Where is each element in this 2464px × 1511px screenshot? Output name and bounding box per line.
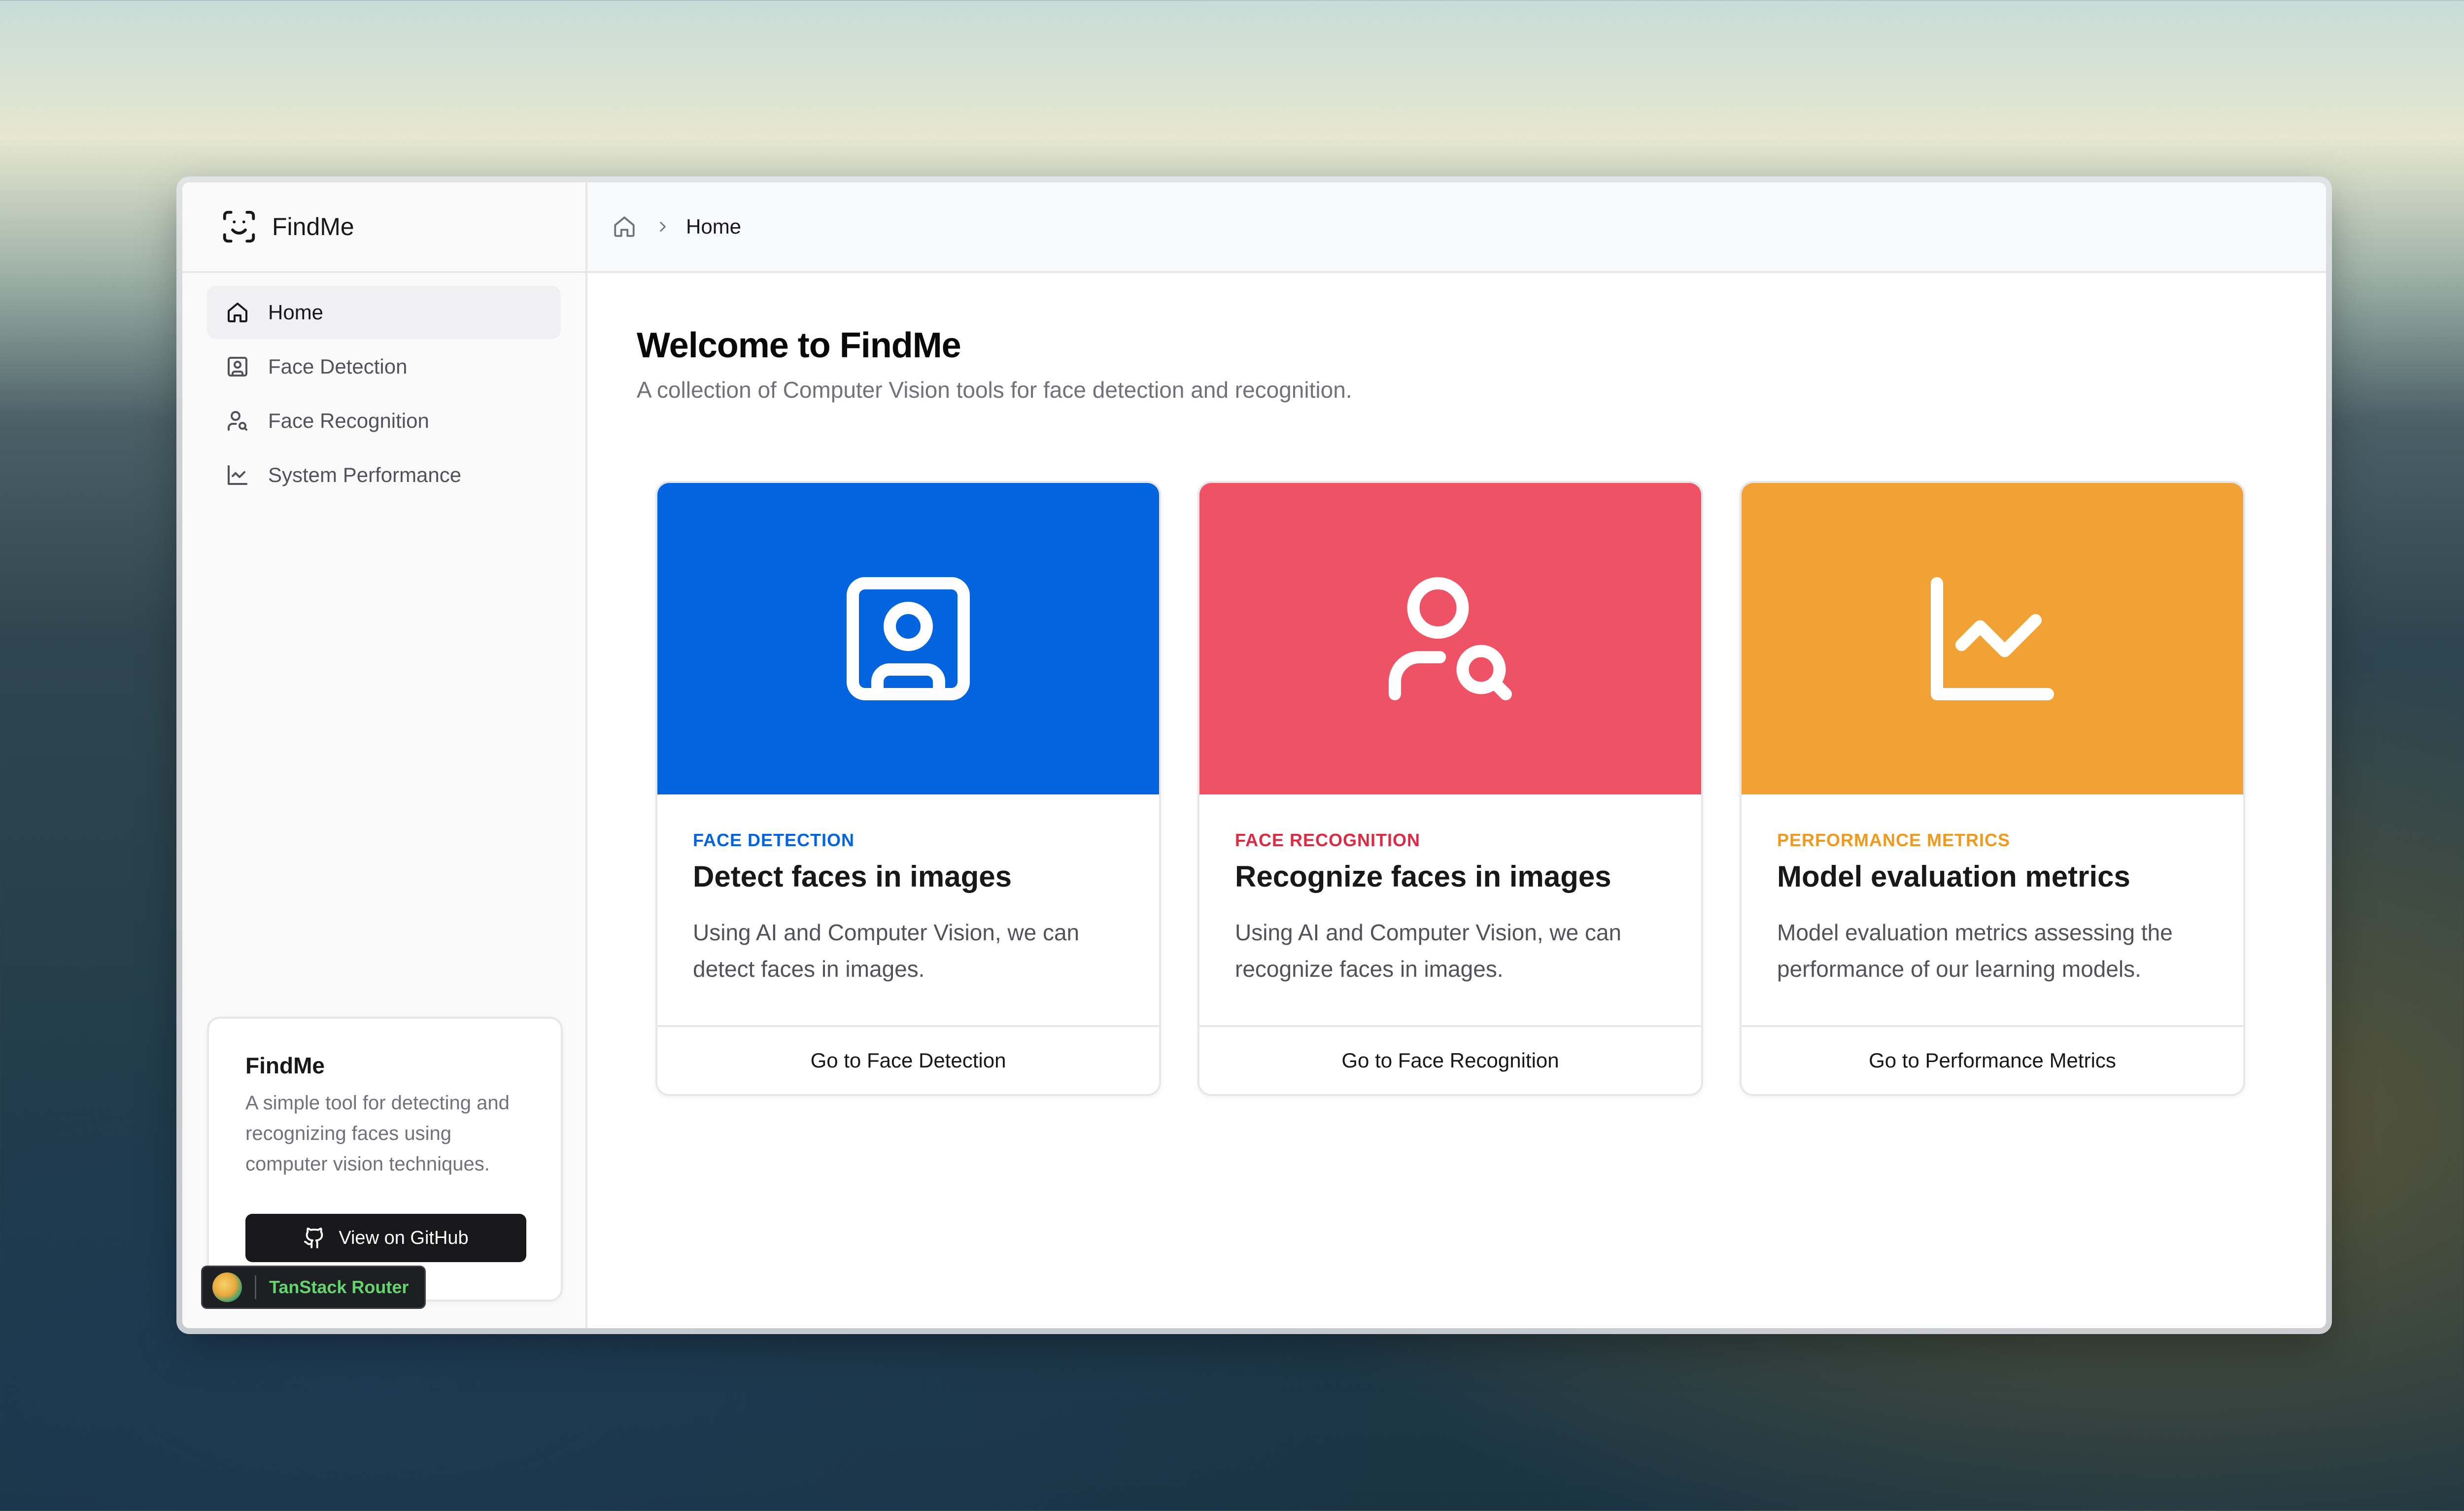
sidebar-item-label: Face Recognition bbox=[268, 409, 429, 432]
face-recognition-icon bbox=[1389, 577, 1512, 700]
go-to-face-recognition-link[interactable]: Go to Face Recognition bbox=[1199, 1025, 1701, 1094]
app-name: FindMe bbox=[272, 213, 354, 240]
scan-face-icon bbox=[223, 210, 255, 243]
sidebar-item-home[interactable]: Home bbox=[207, 286, 561, 339]
card-body: FACE DETECTION Detect faces in images Us… bbox=[657, 794, 1159, 987]
card-description: Model evaluation metrics assessing the p… bbox=[1777, 920, 2173, 982]
app-window: FindMe Home Face Detection Face Recognit… bbox=[182, 182, 2326, 1328]
chevron-right-icon bbox=[660, 222, 666, 232]
breadcrumb: Home bbox=[587, 182, 2326, 273]
view-on-github-button[interactable]: View on GitHub bbox=[245, 1214, 526, 1262]
card-body: PERFORMANCE METRICS Model evaluation met… bbox=[1742, 794, 2243, 987]
page-title: Welcome to FindMe bbox=[637, 326, 961, 365]
card-face-recognition: FACE RECOGNITION Recognize faces in imag… bbox=[1198, 481, 1703, 1096]
card-title: Model evaluation metrics bbox=[1777, 860, 2130, 893]
sidebar-item-label: Home bbox=[268, 301, 324, 324]
tanstack-logo-icon bbox=[212, 1272, 242, 1302]
card-tag: FACE RECOGNITION bbox=[1235, 830, 1421, 850]
sidebar-item-face-recognition[interactable]: Face Recognition bbox=[207, 394, 561, 447]
card-tag: PERFORMANCE METRICS bbox=[1777, 830, 2011, 850]
sidebar-nav: Home Face Detection Face Recognition Sys… bbox=[182, 273, 585, 502]
card-tag: FACE DETECTION bbox=[693, 830, 855, 850]
card-description: Using AI and Computer Vision, we can rec… bbox=[1235, 920, 1622, 982]
info-card: FindMe A simple tool for detecting and r… bbox=[207, 1017, 563, 1302]
brand[interactable]: FindMe bbox=[182, 182, 585, 273]
github-icon bbox=[304, 1227, 323, 1249]
card-title: Detect faces in images bbox=[693, 860, 1012, 893]
card-title: Recognize faces in images bbox=[1235, 860, 1611, 893]
feature-cards: FACE DETECTION Detect faces in images Us… bbox=[637, 481, 2277, 1096]
card-hero bbox=[657, 483, 1159, 794]
home-icon bbox=[228, 303, 247, 322]
card-face-detection: FACE DETECTION Detect faces in images Us… bbox=[655, 481, 1161, 1096]
sidebar: FindMe Home Face Detection Face Recognit… bbox=[182, 182, 587, 1328]
face-detection-icon bbox=[847, 577, 970, 700]
breadcrumb-current: Home bbox=[686, 215, 742, 238]
info-card-description: A simple tool for detecting and recogniz… bbox=[245, 1092, 510, 1175]
card-hero bbox=[1199, 483, 1701, 794]
info-card-title: FindMe bbox=[245, 1053, 325, 1078]
face-detection-icon bbox=[228, 357, 247, 377]
sidebar-item-label: Face Detection bbox=[268, 355, 408, 378]
tanstack-router-devtools-button[interactable]: TanStack Router bbox=[201, 1266, 426, 1309]
tanstack-label: TanStack Router bbox=[269, 1277, 409, 1297]
card-body: FACE RECOGNITION Recognize faces in imag… bbox=[1199, 794, 1701, 987]
go-to-face-detection-link[interactable]: Go to Face Detection bbox=[657, 1025, 1159, 1094]
card-performance-metrics: PERFORMANCE METRICS Model evaluation met… bbox=[1740, 481, 2245, 1096]
card-hero bbox=[1742, 483, 2243, 794]
sidebar-item-label: System Performance bbox=[268, 463, 462, 486]
chart-icon bbox=[1931, 577, 2054, 700]
breadcrumb-home-icon[interactable] bbox=[612, 214, 637, 239]
chart-icon bbox=[228, 465, 247, 485]
main-area: Home Welcome to FindMe A collection of C… bbox=[587, 182, 2326, 1328]
face-recognition-icon bbox=[228, 411, 247, 431]
badge-divider bbox=[255, 1275, 256, 1299]
page-content: Welcome to FindMe A collection of Comput… bbox=[587, 273, 2326, 1096]
card-description: Using AI and Computer Vision, we can det… bbox=[693, 920, 1080, 982]
go-to-performance-metrics-link[interactable]: Go to Performance Metrics bbox=[1742, 1025, 2243, 1094]
sidebar-item-face-detection[interactable]: Face Detection bbox=[207, 340, 561, 393]
github-button-label: View on GitHub bbox=[339, 1227, 469, 1248]
sidebar-item-system-performance[interactable]: System Performance bbox=[207, 448, 561, 502]
page-subtitle: A collection of Computer Vision tools fo… bbox=[637, 377, 1352, 403]
